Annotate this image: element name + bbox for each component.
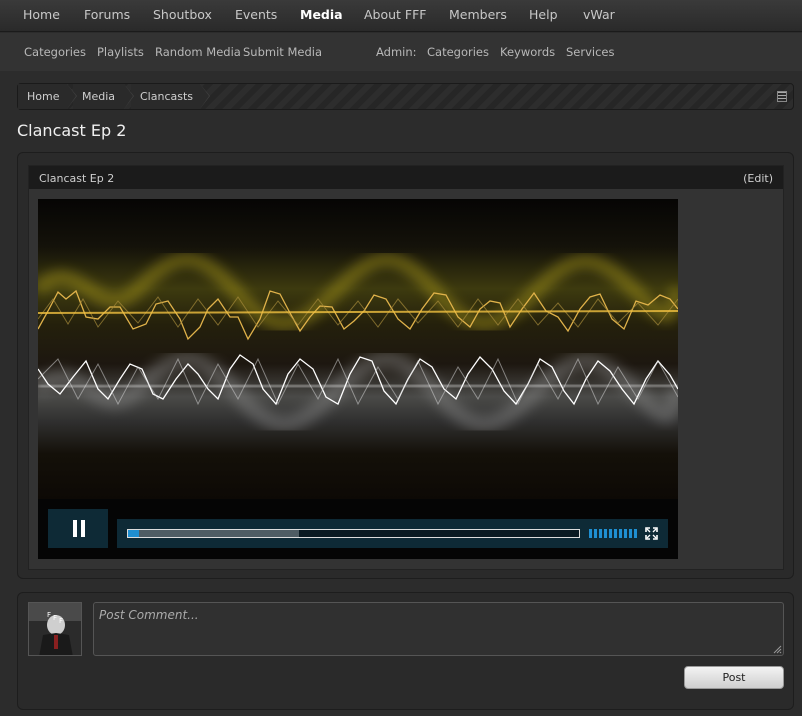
page-title: Clancast Ep 2 bbox=[17, 121, 127, 140]
video-frame bbox=[38, 199, 678, 499]
volume-level-bar bbox=[609, 529, 612, 538]
edit-link[interactable]: (Edit) bbox=[743, 172, 773, 185]
media-header: Clancast Ep 2 (Edit) bbox=[29, 166, 783, 189]
pause-button[interactable] bbox=[48, 509, 108, 548]
nav-item-media[interactable]: Media bbox=[300, 7, 343, 22]
volume-level-bar bbox=[624, 529, 627, 538]
player-controls bbox=[38, 499, 678, 559]
volume-level-bar bbox=[619, 529, 622, 538]
comment-input[interactable] bbox=[93, 602, 784, 656]
breadcrumb-home-label: Home bbox=[27, 90, 60, 103]
subnav-submit-media[interactable]: Submit Media bbox=[243, 45, 322, 59]
subnav-categories[interactable]: Categories bbox=[24, 45, 86, 59]
subnav-admin-categories[interactable]: Categories bbox=[427, 45, 489, 59]
nav-item-forums[interactable]: Forums bbox=[84, 7, 130, 22]
fullscreen-icon[interactable] bbox=[645, 527, 658, 540]
breadcrumb-media[interactable]: Media bbox=[73, 84, 134, 109]
control-bar bbox=[117, 519, 668, 548]
breadcrumb: Home Media Clancasts bbox=[17, 83, 794, 110]
subnav-random-media[interactable]: Random Media bbox=[155, 45, 241, 59]
list-icon[interactable] bbox=[777, 91, 787, 102]
volume-level-bar bbox=[634, 529, 637, 538]
svg-text:F: F bbox=[47, 611, 51, 619]
subnav-playlists[interactable]: Playlists bbox=[97, 45, 144, 59]
post-button[interactable]: Post bbox=[684, 666, 784, 689]
subnav-admin-keywords[interactable]: Keywords bbox=[500, 45, 555, 59]
media-title: Clancast Ep 2 bbox=[39, 172, 115, 185]
nav-item-vwar[interactable]: vWar bbox=[583, 7, 615, 22]
buffered-progress bbox=[128, 530, 299, 537]
breadcrumb-clancasts[interactable]: Clancasts bbox=[131, 84, 210, 109]
nav-item-home[interactable]: Home bbox=[23, 7, 60, 22]
volume-level-bar bbox=[589, 529, 592, 538]
main-nav: Home Forums Shoutbox Events Media About … bbox=[0, 0, 802, 32]
breadcrumb-media-label: Media bbox=[82, 90, 116, 103]
nav-item-shoutbox[interactable]: Shoutbox bbox=[153, 7, 212, 22]
resize-grip-icon[interactable] bbox=[773, 645, 782, 654]
volume-level-bar bbox=[614, 529, 617, 538]
breadcrumb-home[interactable]: Home bbox=[18, 84, 77, 109]
media-subnav: Categories Playlists Random Media Submit… bbox=[0, 33, 802, 71]
volume-level-bar bbox=[604, 529, 607, 538]
progress-track[interactable] bbox=[127, 529, 580, 538]
avatar: F F F bbox=[28, 602, 82, 656]
nav-item-help[interactable]: Help bbox=[529, 7, 558, 22]
volume-level-bar bbox=[599, 529, 602, 538]
volume-level-bar bbox=[629, 529, 632, 538]
nav-item-members[interactable]: Members bbox=[449, 7, 507, 22]
subnav-admin-services[interactable]: Services bbox=[566, 45, 615, 59]
nav-item-events[interactable]: Events bbox=[235, 7, 277, 22]
subnav-admin-label: Admin: bbox=[376, 45, 417, 59]
volume-level-bar bbox=[594, 529, 597, 538]
played-progress bbox=[128, 530, 139, 537]
breadcrumb-clancasts-label: Clancasts bbox=[140, 90, 194, 103]
nav-item-about[interactable]: About FFF bbox=[364, 7, 427, 22]
svg-text:F: F bbox=[59, 617, 63, 625]
svg-text:F: F bbox=[53, 614, 57, 622]
video-player[interactable] bbox=[38, 199, 678, 559]
